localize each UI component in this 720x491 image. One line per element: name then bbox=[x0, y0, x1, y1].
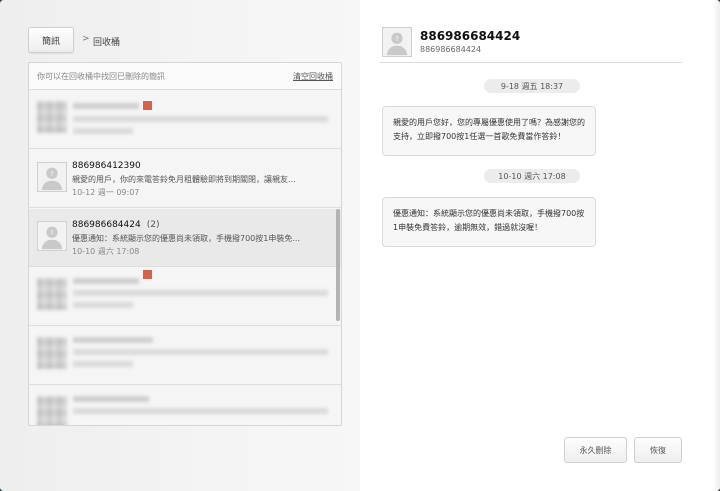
svg-text:?: ? bbox=[50, 229, 53, 237]
breadcrumb-separator: > bbox=[82, 34, 90, 44]
message-bubble: 優惠通知：系統顯示您的優惠尚未領取，手機撥700按1申裝免費答鈴，逾期無效，錯過… bbox=[382, 197, 596, 247]
svg-text:?: ? bbox=[50, 170, 53, 178]
recycle-bin-window: 簡訊 > 回收桶 你可以在回收桶中找回已刪除的簡訊 清空回收桶 ? 886986… bbox=[0, 0, 720, 491]
date-separator: 10-10 週六 17:08 bbox=[484, 169, 580, 183]
thread-sender: 886986684424 (2) bbox=[72, 220, 159, 230]
restore-button[interactable]: 恢復 bbox=[634, 437, 682, 463]
list-item-redacted[interactable] bbox=[29, 268, 341, 326]
thread-sender-number: 886986684424 bbox=[72, 220, 141, 230]
person-icon: ? bbox=[383, 28, 411, 56]
svg-text:?: ? bbox=[395, 35, 398, 43]
redacted-badge bbox=[143, 270, 152, 279]
list-item-redacted[interactable] bbox=[29, 91, 341, 149]
thread-time: 10-10 週六 17:08 bbox=[72, 247, 140, 256]
redacted-content bbox=[29, 327, 341, 385]
conversation-pane: ? 886986684424 886986684424 9-18 週五 18:3… bbox=[360, 0, 720, 491]
date-separator: 9-18 週五 18:37 bbox=[484, 79, 580, 93]
redacted-content bbox=[29, 268, 341, 326]
redacted-content bbox=[29, 91, 341, 149]
list-item-thread[interactable]: ? 886986412390 親愛的用戶，你的來電答鈴免月租體驗即將到期關閉，讓… bbox=[29, 150, 341, 208]
person-icon: ? bbox=[38, 222, 66, 250]
thread-snippet: 親愛的用戶，你的來電答鈴免月租體驗即將到期關閉，讓親友... bbox=[72, 175, 296, 184]
contact-number: 886986684424 bbox=[420, 45, 482, 54]
thread-count: (2) bbox=[146, 220, 160, 230]
list-item-redacted[interactable] bbox=[29, 386, 341, 425]
message-bubble: 親愛的用戶您好，您的專屬優惠使用了嗎？為感謝您的支持，立即撥700按1任選一首歌… bbox=[382, 106, 596, 156]
contact-name: 886986684424 bbox=[420, 29, 521, 43]
avatar: ? bbox=[37, 221, 67, 251]
left-pane: 簡訊 > 回收桶 你可以在回收桶中找回已刪除的簡訊 清空回收桶 ? 886986… bbox=[0, 0, 360, 491]
avatar: ? bbox=[37, 162, 67, 192]
thread-time: 10-12 週一 09:07 bbox=[72, 188, 140, 197]
permanent-delete-button[interactable]: 永久刪除 bbox=[564, 437, 627, 463]
thread-sender: 886986412390 bbox=[72, 161, 141, 171]
back-to-messages-button[interactable]: 簡訊 bbox=[28, 27, 74, 53]
list-hint: 你可以在回收桶中找回已刪除的簡訊 bbox=[37, 71, 165, 81]
redacted-content bbox=[29, 386, 341, 425]
recycle-list-panel: 你可以在回收桶中找回已刪除的簡訊 清空回收桶 ? 886986412390 親愛… bbox=[28, 62, 342, 426]
person-icon: ? bbox=[38, 163, 66, 191]
header-divider bbox=[380, 62, 682, 63]
list-header: 你可以在回收桶中找回已刪除的簡訊 清空回收桶 bbox=[29, 63, 341, 90]
list-item-thread-selected[interactable]: ? 886986684424 (2) 優惠通知：系統顯示您的優惠尚未領取，手機撥7… bbox=[29, 209, 341, 267]
redacted-badge bbox=[143, 101, 152, 110]
clear-recycle-bin-link[interactable]: 清空回收桶 bbox=[293, 71, 333, 82]
list-item-redacted[interactable] bbox=[29, 327, 341, 385]
list-scrollbar[interactable] bbox=[336, 209, 340, 321]
page-title: 回收桶 bbox=[93, 38, 121, 48]
contact-avatar: ? bbox=[382, 27, 412, 57]
window-edge bbox=[712, 0, 720, 491]
thread-snippet: 優惠通知：系統顯示您的優惠尚未領取，手機撥700按1申裝免... bbox=[72, 234, 300, 243]
